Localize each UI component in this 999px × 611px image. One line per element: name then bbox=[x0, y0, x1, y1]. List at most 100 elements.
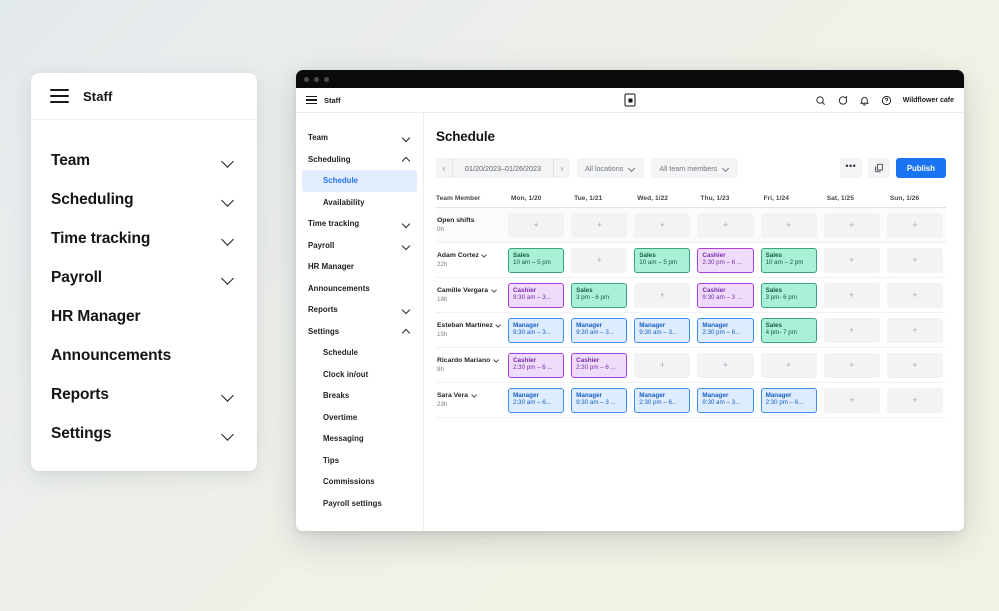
shift-card[interactable]: Manager2:30 am – 6... bbox=[508, 388, 564, 413]
shift-card[interactable]: Manager9:30 am – 3... bbox=[508, 318, 564, 343]
nav-item-scheduling[interactable]: Scheduling bbox=[31, 180, 257, 219]
add-shift-button[interactable]: + bbox=[571, 248, 627, 273]
hamburger-icon[interactable] bbox=[50, 89, 69, 103]
add-shift-button[interactable]: + bbox=[824, 213, 880, 238]
nav-item-time-tracking[interactable]: Time tracking bbox=[31, 219, 257, 258]
nav-item-hr-manager[interactable]: HR Manager bbox=[31, 297, 257, 336]
add-shift-button[interactable]: + bbox=[697, 213, 753, 238]
shift-card[interactable]: Manager9:30 am – 3 ... bbox=[571, 388, 627, 413]
shift-card[interactable]: Manager9:30 am – 3... bbox=[634, 318, 690, 343]
search-icon[interactable] bbox=[815, 95, 826, 106]
add-shift-button[interactable]: + bbox=[824, 248, 880, 273]
sidebar-item-schedule[interactable]: Schedule bbox=[296, 342, 423, 364]
schedule-cell: Manager9:30 am – 3 ... bbox=[567, 388, 630, 413]
sidebar-item-clock-in-out[interactable]: Clock in/out bbox=[296, 364, 423, 386]
chevron-down-icon[interactable] bbox=[471, 392, 477, 398]
shift-card[interactable]: Sales3 pm- 6 pm bbox=[761, 283, 817, 308]
sidebar-item-hr-manager[interactable]: HR Manager bbox=[296, 256, 423, 278]
window-close-dot[interactable] bbox=[304, 77, 309, 82]
shift-card[interactable]: Cashier9:30 am – 3 ... bbox=[697, 283, 753, 308]
add-shift-button[interactable]: + bbox=[634, 353, 690, 378]
org-name-label[interactable]: Wildflower cafe bbox=[903, 97, 954, 104]
sidebar-item-commissions[interactable]: Commissions bbox=[296, 471, 423, 493]
publish-button[interactable]: Publish bbox=[896, 158, 946, 178]
sidebar-item-overtime[interactable]: Overtime bbox=[296, 407, 423, 429]
sidebar-item-settings[interactable]: Settings bbox=[296, 321, 423, 343]
member-name[interactable]: Open shifts bbox=[437, 217, 504, 224]
chevron-right-icon[interactable]: › bbox=[554, 158, 570, 178]
shift-card[interactable]: Sales10 am – 2 pm bbox=[761, 248, 817, 273]
add-shift-button[interactable]: + bbox=[634, 213, 690, 238]
add-shift-button[interactable]: + bbox=[824, 388, 880, 413]
add-shift-button[interactable]: + bbox=[824, 353, 880, 378]
help-icon[interactable] bbox=[881, 95, 892, 106]
shift-card[interactable]: Sales10 am – 5 pm bbox=[634, 248, 690, 273]
add-shift-button[interactable]: + bbox=[761, 213, 817, 238]
team-members-filter[interactable]: All team members bbox=[651, 158, 738, 178]
sidebar-item-time-tracking[interactable]: Time tracking bbox=[296, 213, 423, 235]
member-name[interactable]: Camille Vergara bbox=[437, 287, 504, 294]
sidebar-item-scheduling[interactable]: Scheduling bbox=[296, 149, 423, 171]
add-shift-button[interactable]: + bbox=[508, 213, 564, 238]
add-shift-button[interactable]: + bbox=[887, 248, 943, 273]
sidebar-item-payroll[interactable]: Payroll bbox=[296, 235, 423, 257]
nav-item-payroll[interactable]: Payroll bbox=[31, 258, 257, 297]
nav-item-reports[interactable]: Reports bbox=[31, 375, 257, 414]
shift-card[interactable]: Sales10 am – 5 pm bbox=[508, 248, 564, 273]
chevron-left-icon[interactable]: ‹ bbox=[436, 158, 452, 178]
member-name[interactable]: Sara Vera bbox=[437, 392, 504, 399]
shift-card[interactable]: Sales3 pm - 6 pm bbox=[571, 283, 627, 308]
bell-icon[interactable] bbox=[859, 95, 870, 106]
add-shift-button[interactable]: + bbox=[824, 318, 880, 343]
member-name[interactable]: Adam Cortez bbox=[437, 252, 504, 259]
member-name[interactable]: Esteban Martínez bbox=[437, 322, 504, 329]
chat-icon[interactable] bbox=[837, 95, 848, 106]
nav-item-announcements[interactable]: Announcements bbox=[31, 336, 257, 375]
chevron-down-icon[interactable] bbox=[491, 287, 497, 293]
add-shift-button[interactable]: + bbox=[571, 213, 627, 238]
nav-item-settings[interactable]: Settings bbox=[31, 414, 257, 453]
chevron-down-icon[interactable] bbox=[482, 252, 488, 258]
date-range-label[interactable]: 01/20/2023–01/26/2023 bbox=[453, 164, 553, 173]
add-shift-button[interactable]: + bbox=[887, 213, 943, 238]
add-shift-button[interactable]: + bbox=[887, 283, 943, 308]
shift-card[interactable]: Manager9:30 am – 3... bbox=[697, 388, 753, 413]
add-shift-button[interactable]: + bbox=[634, 283, 690, 308]
sidebar-item-schedule[interactable]: Schedule bbox=[302, 170, 417, 192]
add-shift-button[interactable]: + bbox=[761, 353, 817, 378]
shift-card[interactable]: Cashier2:30 pm – 6 ... bbox=[508, 353, 564, 378]
add-shift-button[interactable]: + bbox=[824, 283, 880, 308]
shift-card[interactable]: Manager2:30 pm – 6... bbox=[634, 388, 690, 413]
shift-card[interactable]: Manager2:30 pm – 6... bbox=[761, 388, 817, 413]
hamburger-icon[interactable] bbox=[306, 96, 317, 104]
member-name[interactable]: Ricardo Mariano bbox=[437, 357, 504, 364]
window-minimize-dot[interactable] bbox=[314, 77, 319, 82]
sidebar-item-team[interactable]: Team bbox=[296, 127, 423, 149]
shift-card[interactable]: Sales4 pm- 7 pm bbox=[761, 318, 817, 343]
window-maximize-dot[interactable] bbox=[324, 77, 329, 82]
copy-button[interactable] bbox=[868, 158, 890, 178]
nav-item-team[interactable]: Team bbox=[31, 141, 257, 180]
add-shift-button[interactable]: + bbox=[887, 353, 943, 378]
shift-card[interactable]: Manager9:30 am – 3... bbox=[571, 318, 627, 343]
shift-card[interactable]: Cashier2:30 pm – 6 ... bbox=[571, 353, 627, 378]
chevron-down-icon[interactable] bbox=[496, 322, 502, 328]
add-shift-button[interactable]: + bbox=[887, 318, 943, 343]
more-options-button[interactable]: ••• bbox=[840, 158, 862, 178]
shift-card[interactable]: Cashier9:30 am – 3... bbox=[508, 283, 564, 308]
sidebar-item-messaging[interactable]: Messaging bbox=[296, 428, 423, 450]
sidebar-item-tips[interactable]: Tips bbox=[296, 450, 423, 472]
shift-role: Manager bbox=[576, 392, 622, 399]
add-shift-button[interactable]: + bbox=[697, 353, 753, 378]
sidebar-item-payroll-settings[interactable]: Payroll settings bbox=[296, 493, 423, 515]
shift-time: 9:30 am – 3... bbox=[639, 329, 685, 337]
shift-card[interactable]: Cashier2:30 pm – 6 ... bbox=[697, 248, 753, 273]
sidebar-item-breaks[interactable]: Breaks bbox=[296, 385, 423, 407]
locations-filter[interactable]: All locations bbox=[577, 158, 644, 178]
add-shift-button[interactable]: + bbox=[887, 388, 943, 413]
sidebar-item-reports[interactable]: Reports bbox=[296, 299, 423, 321]
sidebar-item-availability[interactable]: Availability bbox=[296, 192, 423, 214]
shift-card[interactable]: Manager2:30 pm – 6... bbox=[697, 318, 753, 343]
sidebar-item-announcements[interactable]: Announcements bbox=[296, 278, 423, 300]
chevron-down-icon[interactable] bbox=[493, 357, 499, 363]
